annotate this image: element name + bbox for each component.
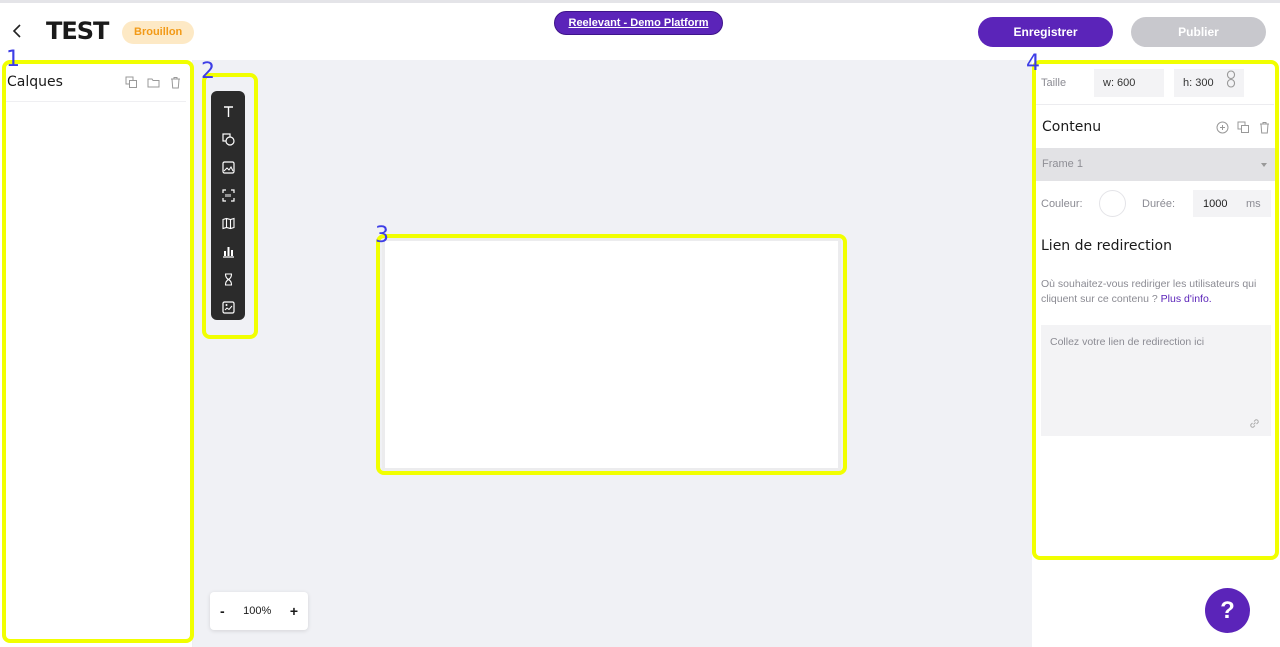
help-button[interactable]: ? (1205, 588, 1250, 633)
platform-link[interactable]: Reelevant - Demo Platform (554, 11, 723, 35)
link-icon (1248, 417, 1261, 430)
content-actions (1216, 121, 1271, 134)
layers-panel: Calques (0, 60, 193, 647)
image-icon (221, 160, 235, 174)
layers-title: Calques (7, 74, 63, 90)
redirect-url-input[interactable] (1041, 325, 1271, 436)
layers-actions (125, 76, 182, 89)
tool-countdown[interactable] (211, 265, 245, 293)
zoom-in-button[interactable]: + (290, 603, 298, 619)
duration-label: Durée: (1142, 198, 1176, 210)
frame-select-value: Frame 1 (1042, 158, 1083, 170)
color-label: Couleur: (1041, 198, 1083, 210)
chart-icon (222, 246, 234, 258)
duration-unit: ms (1246, 198, 1261, 210)
duplicate-icon[interactable] (125, 76, 138, 89)
gallery-icon (221, 300, 235, 314)
annotation-number-1: 1 (6, 47, 20, 72)
frame-select[interactable]: Frame 1 (1036, 148, 1276, 181)
page-title: TEST (46, 17, 109, 45)
redirect-description-text: Où souhaitez-vous rediriger les utilisat… (1041, 278, 1257, 305)
save-button[interactable]: Enregistrer (978, 17, 1113, 47)
aspect-lock-button[interactable] (1226, 70, 1236, 88)
folder-icon[interactable] (147, 76, 160, 89)
annotation-number-4: 4 (1026, 51, 1040, 76)
color-picker[interactable] (1099, 190, 1126, 217)
tool-text[interactable] (211, 97, 245, 125)
annotation-number-3: 3 (375, 223, 389, 248)
hourglass-icon (224, 272, 232, 286)
layers-divider (6, 101, 186, 102)
status-badge: Brouillon (122, 21, 195, 44)
redirect-title: Lien de redirection (1041, 238, 1172, 254)
more-info-link[interactable]: Plus d'info. (1161, 293, 1212, 305)
duplicate-frame-icon[interactable] (1237, 121, 1250, 134)
tool-qr[interactable] (211, 181, 245, 209)
properties-divider (1036, 104, 1274, 105)
annotation-number-2: 2 (201, 59, 215, 84)
tool-chart[interactable] (211, 237, 245, 265)
chevron-down-icon (1261, 163, 1267, 167)
width-input[interactable] (1094, 69, 1164, 97)
add-frame-icon[interactable] (1216, 121, 1229, 134)
tool-image[interactable] (211, 153, 245, 181)
redirect-description: Où souhaitez-vous rediriger les utilisat… (1041, 277, 1273, 307)
delete-frame-icon[interactable] (1258, 121, 1271, 134)
tool-shape[interactable] (211, 125, 245, 153)
canvas-frame[interactable] (385, 241, 838, 468)
content-title: Contenu (1042, 119, 1102, 135)
trash-icon[interactable] (169, 76, 182, 89)
tool-gallery[interactable] (211, 293, 245, 321)
qr-code-icon (221, 188, 235, 202)
text-icon (223, 105, 233, 117)
back-button[interactable] (8, 19, 28, 43)
zoom-out-button[interactable]: - (220, 603, 225, 619)
size-label: Taille (1041, 77, 1067, 89)
header: TEST Brouillon Reelevant - Demo Platform… (0, 3, 1280, 59)
canvas-area: - 100% + (193, 60, 1032, 647)
zoom-control: - 100% + (210, 592, 308, 630)
zoom-level: 100% (243, 605, 272, 617)
link-icon (1226, 70, 1236, 88)
chevron-left-icon (12, 24, 21, 38)
tool-map[interactable] (211, 209, 245, 237)
tools-toolbar (211, 91, 245, 320)
publish-button[interactable]: Publier (1131, 17, 1266, 47)
map-icon (221, 217, 235, 229)
shape-icon (221, 132, 235, 146)
